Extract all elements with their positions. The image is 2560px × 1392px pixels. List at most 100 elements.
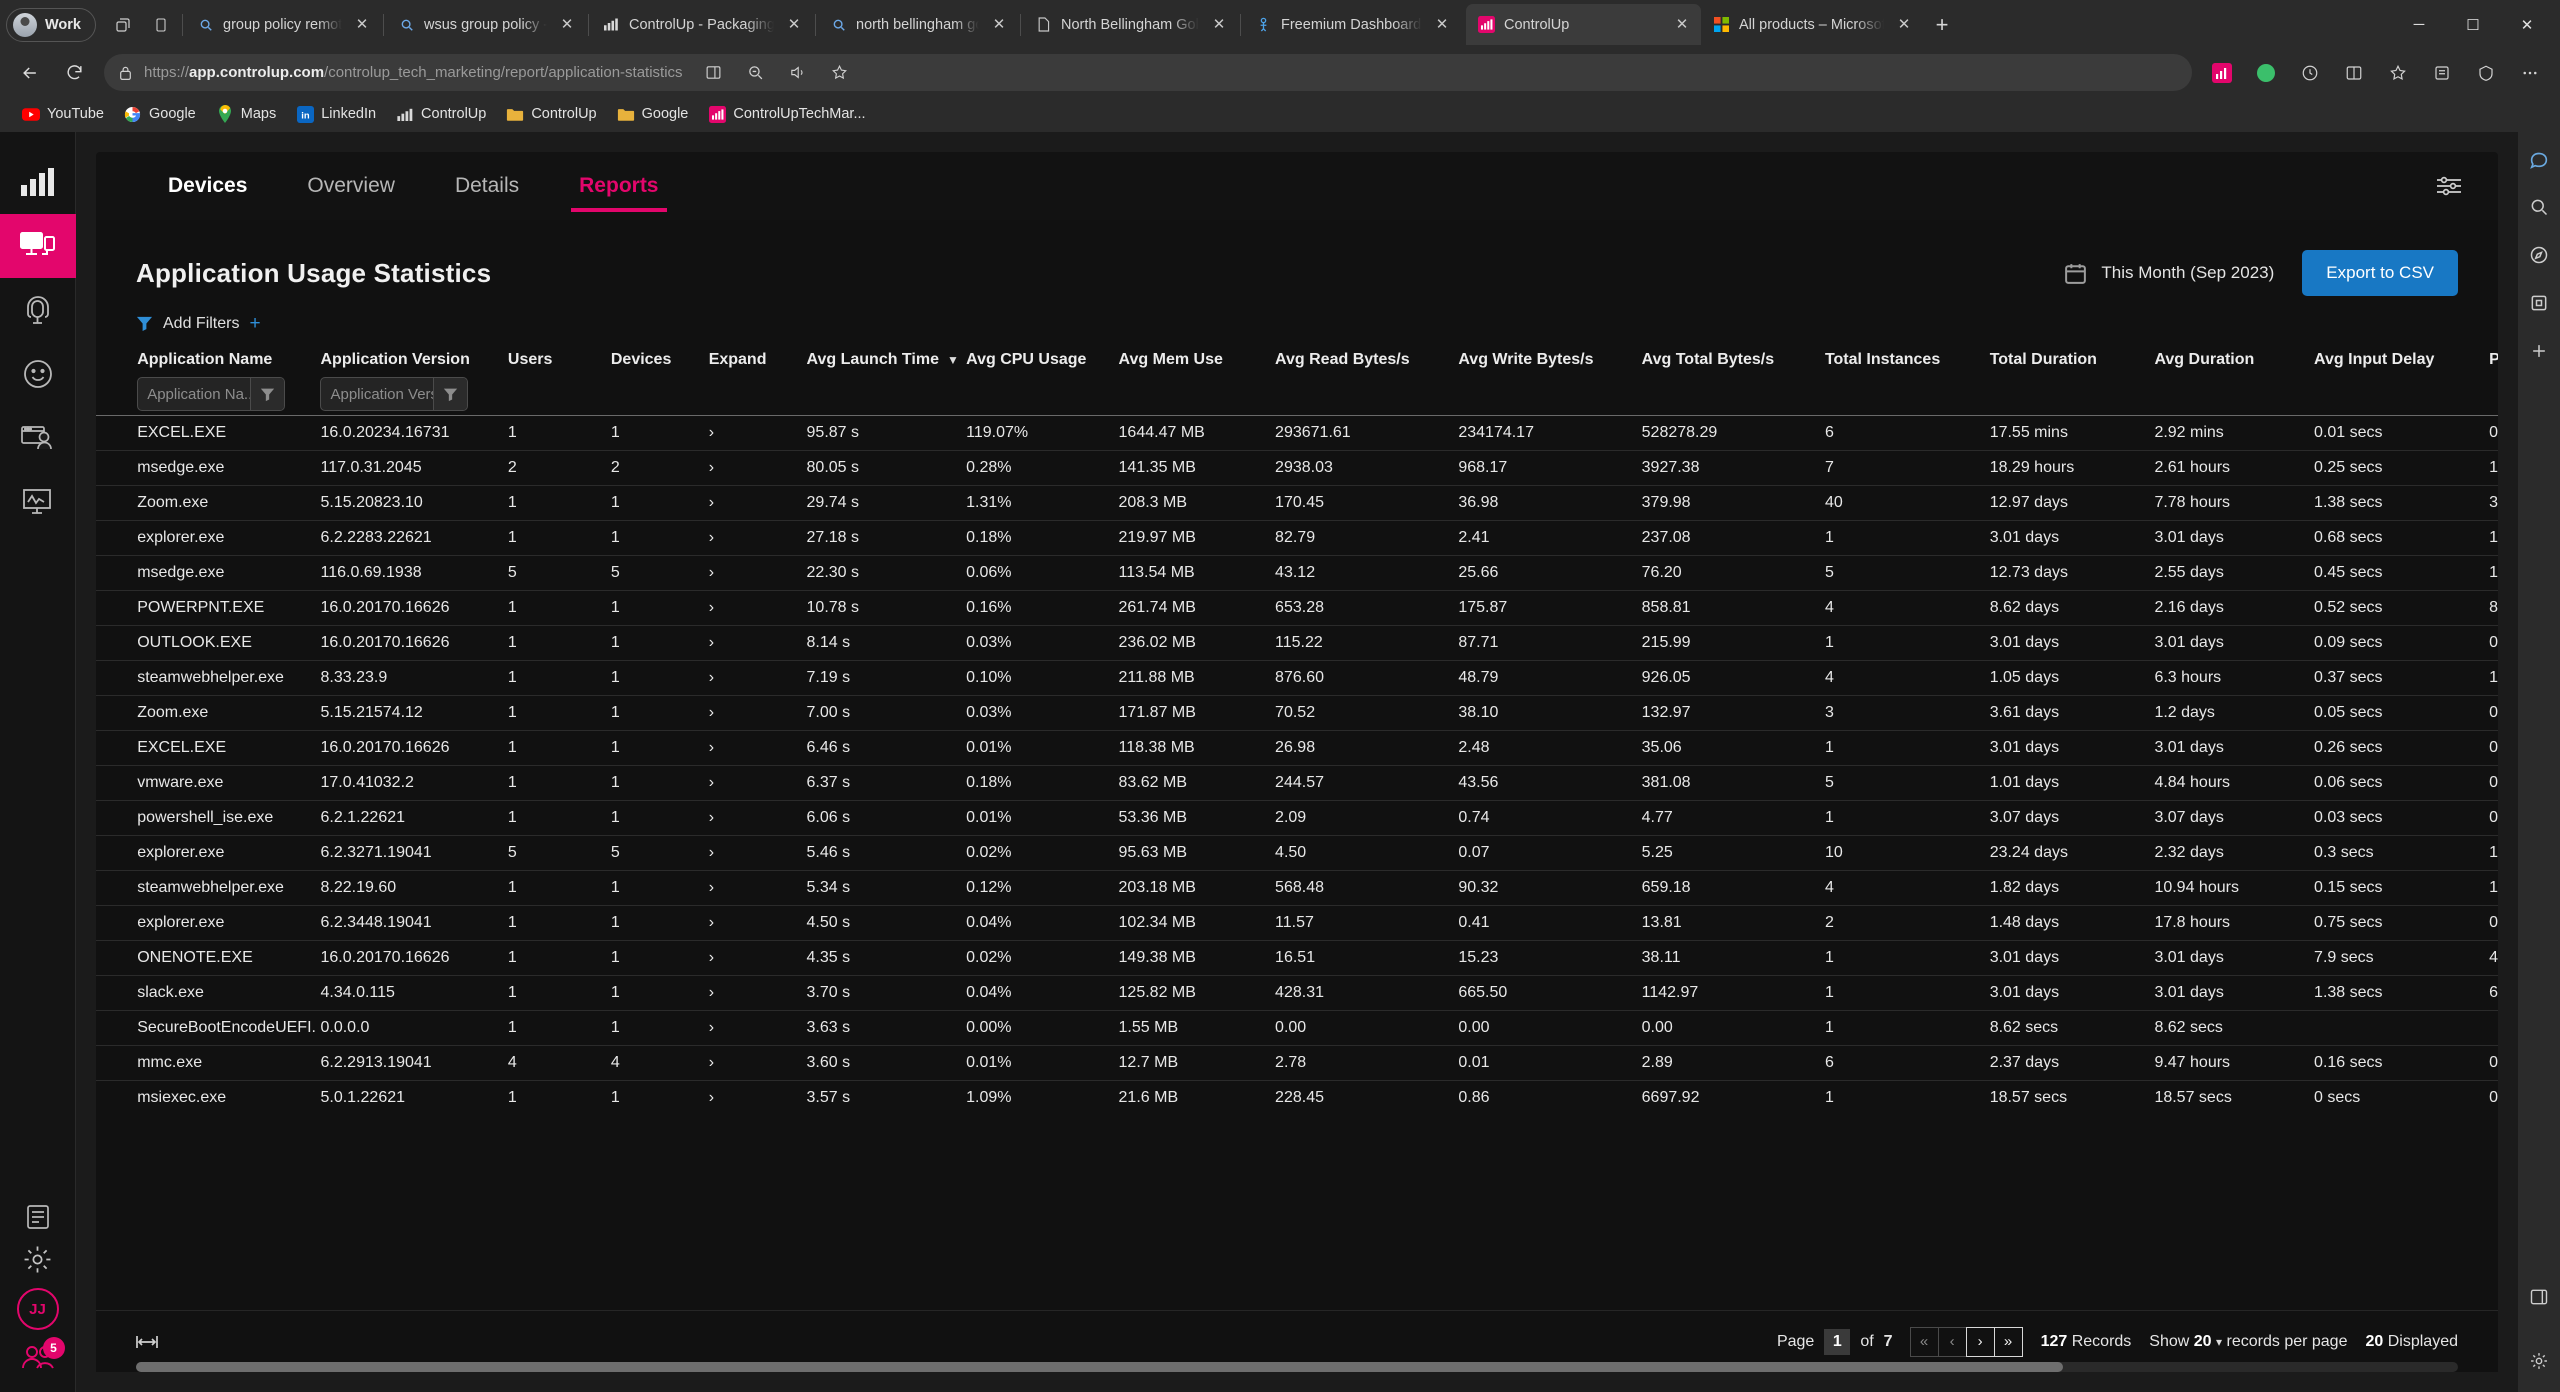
split-window-icon[interactable]: [2334, 53, 2374, 93]
expand-row-button[interactable]: ›: [708, 1010, 807, 1046]
expand-row-button[interactable]: ›: [708, 835, 807, 871]
column-header-p[interactable]: P: [2489, 341, 2498, 416]
table-row[interactable]: vmware.exe 17.0.41032.2 1 1 › 6.37 s 0.18% 83.6…: [96, 765, 2498, 801]
column-header-avg_cpu[interactable]: Avg CPU Usage: [966, 341, 1118, 416]
more-options-icon[interactable]: [2510, 53, 2550, 93]
new-tab-button[interactable]: +: [1923, 6, 1961, 44]
close-icon[interactable]: ✕: [1893, 14, 1915, 36]
column-header-users[interactable]: Users: [508, 341, 611, 416]
extension-green-icon[interactable]: [2246, 53, 2286, 93]
expand-row-button[interactable]: ›: [708, 520, 807, 556]
table-row[interactable]: msedge.exe 116.0.69.1938 5 5 › 22.30 s 0.06% 11…: [96, 555, 2498, 591]
vertical-tabs-icon[interactable]: [142, 6, 180, 44]
back-icon[interactable]: [10, 53, 50, 93]
browser-tab[interactable]: group policy remote desktop - S ✕: [185, 4, 381, 45]
column-header-avg_launch[interactable]: Avg Launch Time ▼: [807, 341, 967, 416]
expand-row-button[interactable]: ›: [708, 1045, 807, 1081]
tab-details[interactable]: Details: [425, 152, 549, 220]
close-icon[interactable]: ✕: [988, 14, 1010, 36]
sidebar-toggle-icon[interactable]: [2526, 1284, 2552, 1310]
collections-icon[interactable]: [2422, 53, 2462, 93]
table-row[interactable]: steamwebhelper.exe 8.33.23.9 1 1 › 7.19 s 0.10…: [96, 660, 2498, 696]
column-header-avg_input[interactable]: Avg Input Delay: [2314, 341, 2489, 416]
avatar[interactable]: JJ: [16, 1288, 59, 1330]
column-header-app_name[interactable]: Application Name Application Na...: [137, 341, 320, 416]
expand-row-button[interactable]: ›: [708, 695, 807, 731]
tab-overview[interactable]: Overview: [277, 152, 425, 220]
address-bar[interactable]: https://app.controlup.com/controlup_tech…: [104, 54, 2192, 91]
table-row[interactable]: msiexec.exe 5.0.1.22621 1 1 › 3.57 s 1.09% 21.6…: [96, 1080, 2498, 1116]
page-size-selector[interactable]: Show 20 ▾ records per page: [2149, 1333, 2347, 1351]
column-header-avg_write[interactable]: Avg Write Bytes/s: [1458, 341, 1641, 416]
bookmark-youtube[interactable]: YouTube: [14, 101, 112, 127]
close-icon[interactable]: ✕: [556, 14, 578, 36]
bookmark-linkedin[interactable]: in LinkedIn: [288, 101, 384, 127]
browser-tab[interactable]: Freemium Dashboard › Freemium ✕: [1243, 4, 1461, 45]
column-header-avg_total[interactable]: Avg Total Bytes/s: [1642, 341, 1825, 416]
column-header-avg_read[interactable]: Avg Read Bytes/s: [1275, 341, 1458, 416]
expand-row-button[interactable]: ›: [708, 870, 807, 906]
expand-row-button[interactable]: ›: [708, 660, 807, 696]
bookmark-controlup-tech-mar[interactable]: ControlUpTechMar...: [700, 101, 873, 127]
add-filter-plus-icon[interactable]: +: [249, 314, 260, 333]
browser-tab[interactable]: North Bellingham Golf Course ✕: [1023, 4, 1238, 45]
expand-row-button[interactable]: ›: [708, 625, 807, 661]
copilot-icon[interactable]: [2526, 146, 2552, 172]
bookmark-maps[interactable]: Maps: [208, 101, 284, 127]
browser-essentials-icon[interactable]: [2466, 53, 2506, 93]
sidebar-item-user-sessions[interactable]: [0, 406, 76, 470]
export-csv-button[interactable]: Export to CSV: [2302, 250, 2458, 296]
close-icon[interactable]: ✕: [1671, 14, 1693, 36]
column-header-expand[interactable]: Expand: [709, 341, 807, 416]
expand-row-button[interactable]: ›: [708, 975, 807, 1011]
expand-row-button[interactable]: ›: [708, 800, 807, 836]
table-row[interactable]: EXCEL.EXE 16.0.20170.16626 1 1 › 6.46 s 0.01% 1…: [96, 730, 2498, 766]
close-icon[interactable]: ✕: [1208, 14, 1230, 36]
expand-row-button[interactable]: ›: [708, 730, 807, 766]
minimize-button[interactable]: ─: [2392, 5, 2446, 45]
browser-tab-active[interactable]: ControlUp ✕: [1466, 4, 1701, 45]
expand-row-button[interactable]: ›: [708, 940, 807, 976]
add-sidebar-icon[interactable]: [2526, 338, 2552, 364]
table-row[interactable]: powershell_ise.exe 6.2.1.22621 1 1 › 6.06 s 0.…: [96, 800, 2498, 836]
bookmark-google[interactable]: Google: [116, 101, 204, 127]
sidebar-item-analytics[interactable]: [0, 470, 76, 534]
fit-columns-icon[interactable]: [136, 1334, 158, 1350]
close-window-button[interactable]: ✕: [2500, 5, 2554, 45]
table-row[interactable]: Zoom.exe 5.15.20823.10 1 1 › 29.74 s 1.31% 208.…: [96, 485, 2498, 521]
extension-pink-icon[interactable]: [2202, 53, 2242, 93]
tab-reports[interactable]: Reports: [549, 152, 688, 220]
profile-pill[interactable]: Work: [6, 7, 96, 42]
sliders-icon[interactable]: [2436, 175, 2462, 197]
scrollbar-thumb[interactable]: [136, 1362, 2064, 1372]
tools-icon[interactable]: [2526, 290, 2552, 316]
history-icon[interactable]: [2290, 53, 2330, 93]
page-number-input[interactable]: 1: [1824, 1328, 1851, 1355]
expand-row-button[interactable]: ›: [708, 1080, 807, 1116]
browser-tab[interactable]: wsus group policy - Search ✕: [386, 4, 586, 45]
table-row[interactable]: Zoom.exe 5.15.21574.12 1 1 › 7.00 s 0.03% 171.8…: [96, 695, 2498, 731]
expand-row-button[interactable]: ›: [708, 415, 807, 451]
table-row[interactable]: OUTLOOK.EXE 16.0.20170.16626 1 1 › 8.14 s 0.03…: [96, 625, 2498, 661]
table-row[interactable]: steamwebhelper.exe 8.22.19.60 1 1 › 5.34 s 0.1…: [96, 870, 2498, 906]
table-row[interactable]: explorer.exe 6.2.3271.19041 5 5 › 5.46 s 0.02%…: [96, 835, 2498, 871]
column-header-devices[interactable]: Devices: [611, 341, 709, 416]
bookmark-controlup[interactable]: ControlUp: [388, 101, 494, 127]
horizontal-scrollbar[interactable]: [136, 1362, 2458, 1372]
favorites-icon[interactable]: [2378, 53, 2418, 93]
sidebar-item-dashboards[interactable]: [0, 150, 76, 214]
funnel-icon[interactable]: [250, 378, 285, 410]
next-page-button[interactable]: ›: [1965, 1326, 1995, 1357]
browser-tab[interactable]: north bellingham golf course - S ✕: [818, 4, 1018, 45]
maximize-button[interactable]: ☐: [2446, 5, 2500, 45]
prev-page-button[interactable]: ‹: [1937, 1326, 1967, 1357]
tab-devices[interactable]: Devices: [138, 152, 277, 220]
table-row[interactable]: msedge.exe 117.0.31.2045 2 2 › 80.05 s 0.28% 14…: [96, 450, 2498, 486]
sidebar-item-devices[interactable]: [0, 214, 76, 278]
discover-icon[interactable]: [2526, 242, 2552, 268]
expand-row-button[interactable]: ›: [708, 485, 807, 521]
search-sidebar-icon[interactable]: [2526, 194, 2552, 220]
table-row[interactable]: slack.exe 4.34.0.115 1 1 › 3.70 s 0.04% 125.82 …: [96, 975, 2498, 1011]
table-row[interactable]: SecureBootEncodeUEFI. 0.0.0.0 1 1 › 3.63 s 0.0…: [96, 1010, 2498, 1046]
expand-row-button[interactable]: ›: [708, 765, 807, 801]
